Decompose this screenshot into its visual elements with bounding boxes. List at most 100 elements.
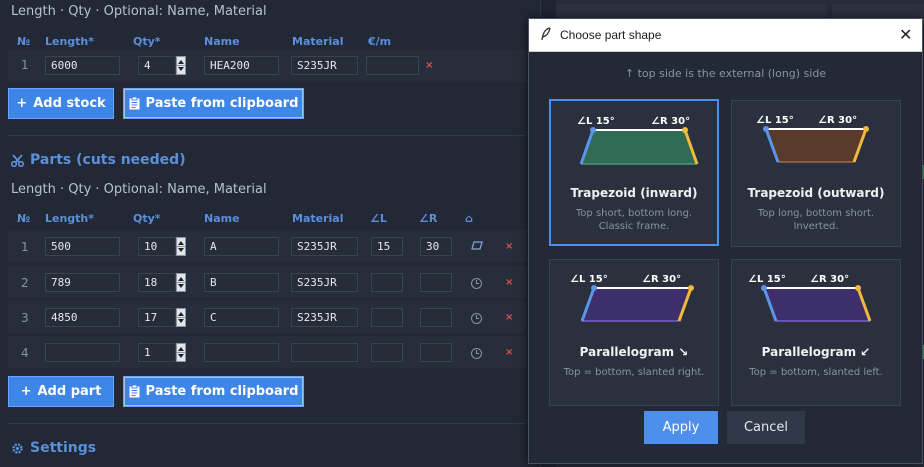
parallelogram-icon[interactable] — [471, 241, 483, 250]
part-qty-input[interactable]: 10 — [138, 237, 176, 256]
part-length-input[interactable]: 500 — [45, 237, 120, 256]
clock-icon[interactable] — [471, 348, 482, 359]
plus-icon: + — [16, 96, 28, 111]
parts-col-angle-right: ∠R — [419, 212, 438, 225]
part-delete-icon[interactable]: × — [505, 241, 513, 252]
apply-button[interactable]: Apply — [644, 411, 718, 444]
shape-dialog: Choose part shape ✕ ↑ top side is the ex… — [528, 18, 923, 464]
parallelogram-left-icon — [761, 285, 872, 322]
dialog-title: Choose part shape — [560, 28, 662, 42]
part-name-input[interactable] — [204, 343, 279, 362]
angle-left-label: ∠L 15° — [748, 274, 786, 285]
angle-right-label: ∠R 30° — [651, 116, 691, 127]
part-qty-spinner[interactable] — [176, 308, 186, 327]
part-angle-right-input[interactable] — [420, 343, 452, 362]
add-stock-button[interactable]: + Add stock — [8, 88, 114, 119]
shape-card-desc: Top short, bottom long. Classic frame. — [575, 208, 693, 232]
cancel-button[interactable]: Cancel — [727, 411, 805, 444]
part-angle-right-input[interactable] — [420, 308, 452, 327]
part-angle-right-input[interactable] — [420, 273, 452, 292]
part-angle-left-input[interactable] — [371, 273, 403, 292]
part-qty-input[interactable]: 18 — [138, 273, 176, 292]
shape-card-desc: Top = bottom, slanted right. — [563, 367, 705, 378]
parts-paste-label: Paste from clipboard — [145, 384, 299, 399]
stock-col-qty: Qty* — [133, 35, 161, 48]
shape-card-parallelogram-left[interactable]: ∠L 15° ∠R 30° Parallelogram ↙ Top = bott… — [731, 259, 901, 406]
parts-col-material: Material — [292, 212, 344, 225]
parts-paste-button[interactable]: Paste from clipboard — [123, 376, 304, 407]
shape-card-name: Trapezoid (outward) — [747, 186, 885, 200]
part-qty-spinner[interactable] — [176, 237, 186, 256]
part-name-input[interactable]: A — [204, 237, 279, 256]
dialog-hint: ↑ top side is the external (long) side — [624, 67, 827, 80]
dialog-titlebar[interactable]: Choose part shape ✕ — [529, 19, 922, 52]
add-part-button[interactable]: + Add part — [8, 376, 114, 407]
shape-card-name: Parallelogram ↘ — [579, 345, 689, 359]
part-angle-left-input[interactable] — [371, 308, 403, 327]
part-row-num: 4 — [21, 346, 29, 360]
part-delete-icon[interactable]: × — [505, 347, 513, 358]
gear-icon — [12, 442, 23, 454]
parts-col-angle-left: ∠L — [370, 212, 387, 225]
stock-col-num: № — [17, 35, 31, 48]
settings-title-text: Settings — [30, 440, 97, 456]
part-qty-input[interactable]: 1 — [138, 343, 176, 362]
angle-left-label: ∠L 15° — [756, 115, 794, 126]
parallelogram-right-icon — [580, 285, 694, 322]
shape-card-parallelogram-right[interactable]: ∠L 15° ∠R 30° Parallelogram ↘ Top = bott… — [549, 259, 719, 406]
stock-qty-spinner[interactable] — [176, 56, 186, 75]
parts-col-shape: ⌂ — [465, 212, 473, 225]
stock-col-length: Length* — [45, 35, 95, 48]
shape-card-trapezoid-inward[interactable]: ∠L 15° ∠R 30° Trapezoid (inward) Top sho… — [549, 99, 719, 246]
part-delete-icon[interactable]: × — [505, 277, 513, 288]
part-material-input[interactable]: S235JR — [291, 273, 358, 292]
stock-qty-input[interactable]: 4 — [138, 56, 176, 75]
clock-icon[interactable] — [471, 278, 482, 289]
part-qty-spinner[interactable] — [176, 273, 186, 292]
part-row-num: 1 — [21, 240, 29, 254]
part-row-num: 2 — [21, 276, 29, 290]
settings-section-title[interactable]: Settings — [11, 440, 96, 456]
close-icon[interactable]: ✕ — [899, 25, 912, 44]
part-material-input[interactable]: S235JR — [291, 237, 358, 256]
section-divider — [8, 135, 526, 136]
part-length-input[interactable] — [45, 343, 120, 362]
angle-left-label: ∠L 15° — [577, 116, 615, 127]
part-angle-left-input[interactable]: 15 — [371, 237, 403, 256]
part-angle-left-input[interactable] — [371, 343, 403, 362]
stock-hint: Length · Qty · Optional: Name, Material — [11, 4, 267, 19]
part-qty-spinner[interactable] — [176, 343, 186, 362]
angle-right-label: ∠R 30° — [642, 274, 682, 285]
clipboard-icon — [129, 97, 140, 110]
part-length-input[interactable]: 4850 — [45, 308, 120, 327]
parts-col-qty: Qty* — [133, 212, 161, 225]
section-divider — [8, 423, 526, 424]
stock-price-input[interactable] — [366, 56, 419, 75]
stock-col-material: Material — [292, 35, 344, 48]
part-name-input[interactable]: C — [204, 308, 279, 327]
part-qty-input[interactable]: 17 — [138, 308, 176, 327]
part-material-input[interactable]: S235JR — [291, 308, 358, 327]
part-material-input[interactable] — [291, 343, 358, 362]
part-row-num: 3 — [21, 311, 29, 325]
feather-icon — [541, 27, 551, 41]
parts-section-title: Parts (cuts needed) — [11, 152, 186, 168]
shape-card-desc: Top = bottom, slanted left. — [749, 367, 883, 378]
clock-icon[interactable] — [471, 313, 482, 324]
part-delete-icon[interactable]: × — [505, 312, 513, 323]
parts-col-name: Name — [204, 212, 240, 225]
shape-card-trapezoid-outward[interactable]: ∠L 15° ∠R 30° Trapezoid (outward) Top lo… — [731, 100, 901, 247]
stock-delete-icon[interactable]: × — [425, 60, 433, 71]
part-name-input[interactable]: B — [204, 273, 279, 292]
stock-name-input[interactable]: HEA200 — [204, 56, 279, 75]
shape-card-desc: Top long, bottom short. Inverted. — [757, 208, 875, 232]
stock-material-input[interactable]: S235JR — [291, 56, 358, 75]
add-part-label: Add part — [37, 384, 102, 399]
part-angle-right-input[interactable]: 30 — [420, 237, 452, 256]
stock-paste-button[interactable]: Paste from clipboard — [123, 88, 304, 119]
part-length-input[interactable]: 789 — [45, 273, 120, 292]
stock-paste-label: Paste from clipboard — [145, 96, 299, 111]
scissors-icon — [11, 153, 24, 167]
stock-length-input[interactable]: 6000 — [45, 56, 120, 75]
stock-col-price: €/m — [368, 35, 392, 48]
